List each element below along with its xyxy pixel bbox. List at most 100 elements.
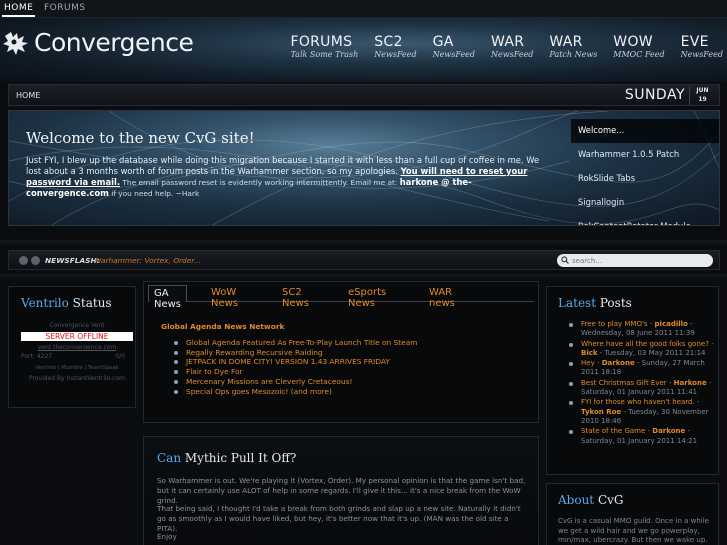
list-item: State of the Game - Darkone - Saturday, …: [569, 427, 714, 446]
slide-tab-rokslide[interactable]: RokSlide Tabs: [571, 167, 719, 191]
hero-slide-menu: Welcome... Warhammer 1.0.5 Patch RokSlid…: [571, 119, 719, 225]
post-title-link[interactable]: State of the Game: [581, 427, 645, 435]
post-title-link[interactable]: Where have all the good folks gone?: [581, 340, 709, 348]
site-header: Convergence FORUMS Talk Some Trash SC2 New…: [0, 18, 727, 82]
list-item[interactable]: Global Agenda Featured As Free-To-Play L…: [174, 338, 417, 348]
griffin-logo-icon: [3, 32, 28, 55]
article-panel: Can Mythic Pull It Off? So Warhammer is …: [143, 436, 539, 545]
tab-war-news[interactable]: WAR news: [424, 285, 460, 309]
list-item[interactable]: Mercenary Missions are Cleverly Cretaceo…: [174, 377, 417, 387]
tab-wow-news[interactable]: WoW News: [206, 285, 243, 309]
nav-title: WOW: [613, 34, 653, 50]
about-panel: About CvG CvG is a casual MMO guild. Onc…: [546, 483, 719, 545]
topnav-forums-link[interactable]: FORUMS: [44, 3, 86, 13]
newsflash-label: NEWSFLASH:: [45, 256, 100, 265]
post-author[interactable]: Tykon Roe: [581, 408, 621, 416]
post-meta: - Tuesday, 03 May 2011 21:14: [597, 348, 706, 357]
feed-heading[interactable]: Global Agenda News Network: [161, 322, 284, 331]
vent-host-link[interactable]: vent.theconvergence.com: [21, 344, 133, 351]
newsflash-headline[interactable]: Warhammer: Vortex, Order...: [94, 256, 201, 265]
tab-esports-news[interactable]: eSports News: [343, 285, 391, 309]
search-input[interactable]: [572, 255, 702, 266]
slide-tab-signallogin[interactable]: Signallogin: [571, 191, 719, 215]
nav-title: SC2: [374, 34, 403, 50]
tab-ga-news[interactable]: GA News: [148, 285, 188, 310]
nav-subtitle: NewsFeed: [680, 50, 723, 59]
nav-subtitle: Patch News: [549, 50, 598, 59]
search-icon: [561, 256, 569, 264]
post-author[interactable]: Darkone: [652, 427, 685, 435]
nav-item-eve[interactable]: EVE NewsFeed: [681, 34, 723, 59]
slide-tab-welcome[interactable]: Welcome...: [571, 119, 719, 143]
divider: [0, 274, 727, 280]
vent-client-links[interactable]: Ventrilo | Mumble | TeamSpeak: [21, 365, 133, 371]
hero-text-end: if you need help. ~Hark: [108, 189, 200, 198]
breadcrumb-bar: HOME SUNDAY JUN 19: [8, 84, 720, 106]
vent-user-count: 0/0: [115, 353, 125, 360]
nav-subtitle: NewsFeed: [491, 50, 534, 59]
article-title-highlight: Can: [157, 451, 182, 465]
vent-port-row: Port: 4227 0/0: [21, 353, 133, 360]
nav-item-war-patch[interactable]: WAR Patch News: [549, 34, 597, 59]
article-paragraph: Enjoy: [157, 532, 177, 541]
list-item[interactable]: Regally Rewarding Recursive Raiding: [174, 348, 417, 358]
post-title-link[interactable]: Best Christmas Gift Ever: [581, 379, 667, 387]
nav-item-wow[interactable]: WOW MMOC Feed: [613, 34, 664, 59]
post-title-link[interactable]: FYI for those who haven't heard.: [581, 398, 695, 406]
post-author[interactable]: Darkone: [602, 359, 635, 367]
latest-title-rest: Posts: [596, 296, 632, 310]
main-nav: FORUMS Talk Some Trash SC2 NewsFeed GA News…: [274, 34, 723, 59]
slide-tab-rokcontentrotator[interactable]: RokContentRotator Module: [571, 215, 719, 225]
ventrilo-status-panel: Ventrilo Status Convergence Vent SERVER …: [8, 286, 136, 408]
list-item: Where have all the good folks gone? - Bi…: [569, 340, 714, 359]
ventrilo-title-rest: Status: [68, 296, 112, 310]
logo[interactable]: Convergence: [2, 28, 194, 58]
list-item: Free to play MMO's - picadillo - Wednesd…: [569, 320, 714, 339]
post-title-link[interactable]: Hey: [581, 359, 595, 367]
topnav-home-link[interactable]: HOME: [1, 3, 36, 17]
post-author[interactable]: picadillo: [655, 320, 688, 328]
article-title: Can Mythic Pull It Off?: [157, 451, 296, 465]
top-bar: HOME FORUMS: [0, 0, 727, 18]
nav-item-war-newsfeed[interactable]: WAR NewsFeed: [491, 34, 533, 59]
latest-posts-panel: Latest Posts Free to play MMO's - picadi…: [546, 286, 719, 475]
list-item[interactable]: Special Ops goes Mesozoic! (and more): [174, 387, 417, 397]
article-paragraph: That being said, I thought I'd take a br…: [157, 504, 521, 533]
date-day: 19: [698, 96, 707, 103]
nav-subtitle: NewsFeed: [432, 50, 476, 59]
about-title: About CvG: [558, 493, 624, 507]
nav-item-ga[interactable]: GA NewsFeed: [433, 34, 475, 59]
nav-item-forums[interactable]: FORUMS Talk Some Trash: [290, 34, 358, 59]
list-item: Hey - Darkone - Sunday, 27 March 2011 18…: [569, 359, 714, 378]
prev-arrow-icon[interactable]: [19, 256, 28, 265]
news-list: Global Agenda Featured As Free-To-Play L…: [174, 338, 417, 396]
list-item: Best Christmas Gift Ever - Harkone - Sat…: [569, 379, 714, 398]
hero-text-note: The email password reset is evidently wo…: [120, 178, 400, 187]
date-month: JUN: [696, 87, 709, 94]
posts-list: Free to play MMO's - picadillo - Wednesd…: [569, 320, 714, 447]
nav-title: GA: [432, 34, 454, 50]
latest-title-highlight: Latest: [558, 296, 597, 310]
breadcrumb[interactable]: HOME: [16, 91, 40, 100]
post-author[interactable]: Harkone: [674, 379, 707, 387]
nav-item-sc2[interactable]: SC2 NewsFeed: [374, 34, 416, 59]
tab-sc2-news[interactable]: SC2 News: [277, 285, 314, 309]
vent-server-name: Convergence Vent: [49, 322, 105, 329]
list-item[interactable]: JETPACK IN DOME CITY! VERSION 1.43 ARRIV…: [174, 357, 417, 367]
vent-port-label: Port: 4227: [21, 353, 53, 360]
nav-title: WAR: [549, 34, 583, 50]
current-day: SUNDAY: [624, 87, 685, 103]
search-box: [557, 254, 713, 267]
next-arrow-icon[interactable]: [31, 256, 40, 265]
vent-provider-link[interactable]: Provided By InstantVentrilo.com: [21, 375, 133, 382]
post-author[interactable]: Bick: [581, 349, 598, 357]
ventrilo-title: Ventrilo Status: [21, 296, 112, 310]
nav-subtitle: MMOC Feed: [613, 50, 665, 59]
divider: [0, 240, 727, 246]
hero-title: Welcome to the new CvG site!: [26, 129, 255, 147]
list-item[interactable]: Flair to Dye For: [174, 367, 417, 377]
slide-tab-warhammer-patch[interactable]: Warhammer 1.0.5 Patch: [571, 143, 719, 167]
post-title-link[interactable]: Free to play MMO's: [581, 320, 648, 328]
nav-title: FORUMS: [290, 34, 353, 50]
about-title-highlight: About: [558, 493, 595, 507]
